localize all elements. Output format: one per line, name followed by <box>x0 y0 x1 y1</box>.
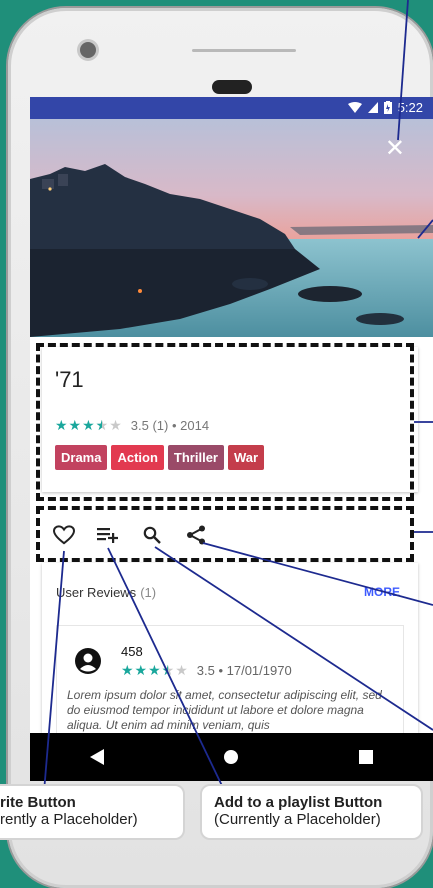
close-icon[interactable]: ✕ <box>385 137 405 161</box>
back-triangle-icon <box>90 749 105 765</box>
status-icons: 5:22 <box>347 100 423 115</box>
playlist-callout-title: Add to a playlist Button <box>214 794 383 811</box>
android-navigation-bar <box>30 733 433 781</box>
battery-icon <box>383 101 392 114</box>
movie-backdrop-image: ✕ <box>30 119 433 337</box>
playlist-callout: Add to a playlist Button (Currently a Pl… <box>200 784 423 840</box>
recents-square-icon <box>358 750 373 764</box>
nav-back-button[interactable] <box>72 733 122 781</box>
favorite-callout: rite Button rently a Placeholder) <box>0 784 185 840</box>
speaker-grille <box>192 49 296 52</box>
review-rating-row: ★★★★★★ 3.5 • 17/01/1970 <box>121 662 292 679</box>
review-user: 458 <box>121 644 143 659</box>
reviews-title: User Reviews <box>56 585 137 600</box>
earpiece <box>212 80 252 94</box>
actions-bar-highlight <box>36 506 414 562</box>
home-circle-icon <box>224 750 239 764</box>
nav-recents-button[interactable] <box>341 733 391 781</box>
signal-icon <box>367 102 378 113</box>
info-card-highlight <box>36 343 414 501</box>
more-reviews-button[interactable]: MORE <box>364 585 400 599</box>
status-bar: 5:22 <box>30 97 433 119</box>
status-time: 5:22 <box>397 100 423 115</box>
review-stars-icon: ★★★★★★ <box>121 662 189 678</box>
review-item: 458 ★★★★★★ 3.5 • 17/01/1970 Lorem ipsum … <box>56 625 404 734</box>
review-text: Lorem ipsum dolor sit amet, consectetur … <box>67 688 382 732</box>
wifi-icon <box>347 102 362 113</box>
favorite-callout-title: rite Button <box>0 794 76 811</box>
review-meta: 3.5 • 17/01/1970 <box>196 663 292 678</box>
nav-home-button[interactable] <box>206 733 256 781</box>
reviews-heading: User Reviews (1) <box>56 585 156 600</box>
account-avatar-icon <box>75 648 101 674</box>
backdrop-picture <box>30 119 433 337</box>
playlist-callout-sub: (Currently a Placeholder) <box>214 811 381 828</box>
reviews-count: (1) <box>140 585 157 600</box>
user-reviews-card: User Reviews(1) MORE 458 ★★★★★★ 3.5 • 17… <box>42 563 418 734</box>
front-camera <box>80 42 96 58</box>
favorite-callout-sub: rently a Placeholder) <box>0 811 138 828</box>
